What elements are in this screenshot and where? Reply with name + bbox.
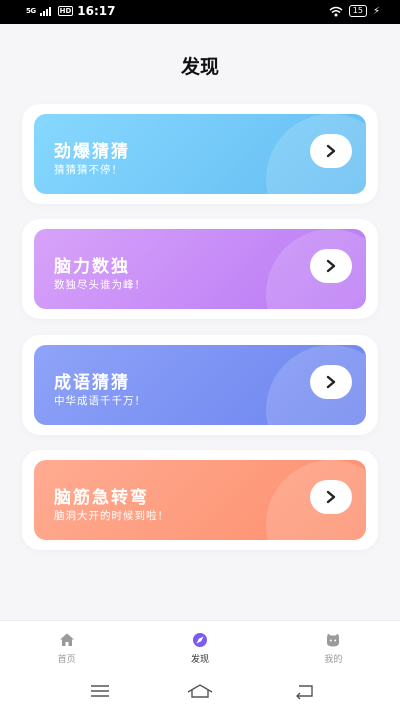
tab-label: 首页: [57, 655, 76, 665]
card-naojin-jizhuanwan[interactable]: 脑筋急转弯 脑洞大开的时候到啦！: [34, 460, 366, 540]
charging-icon: ⚡: [372, 5, 380, 17]
battery-icon: 15: [348, 5, 367, 17]
card-title: 成语猜猜: [54, 373, 130, 393]
system-nav-bar: [0, 670, 400, 711]
profile-icon: [327, 633, 340, 647]
compass-icon: [192, 633, 207, 647]
card-go-button[interactable]: [310, 480, 352, 514]
tab-profile[interactable]: 我的: [267, 621, 400, 670]
signal-icon: 5G: [26, 7, 36, 15]
menu-icon: [91, 685, 109, 697]
card-subtitle: 数独尽头谁为峰！: [54, 279, 146, 291]
chevron-right-icon: [326, 375, 336, 389]
card-go-button[interactable]: [310, 134, 352, 168]
tab-label: 我的: [324, 655, 343, 665]
card-naoli-shudu[interactable]: 脑力数独 数独尽头谁为峰！: [34, 229, 366, 309]
bottom-tab-bar: 首页 发现 我的: [0, 620, 400, 670]
card-container-4: 脑筋急转弯 脑洞大开的时候到啦！: [22, 450, 378, 550]
home-button[interactable]: [187, 682, 213, 700]
hd-badge: HD: [57, 6, 74, 16]
card-container-3: 成语猜猜 中华成语千千万！: [22, 335, 378, 435]
card-container-2: 脑力数独 数独尽头谁为峰！: [22, 219, 378, 319]
card-title: 脑筋急转弯: [54, 488, 149, 508]
card-jinbao-caicai[interactable]: 劲爆猜猜 猜猜猜不停！: [34, 114, 366, 194]
card-title: 劲爆猜猜: [54, 142, 130, 162]
back-icon: [296, 685, 313, 700]
chevron-right-icon: [326, 144, 336, 158]
menu-button[interactable]: [87, 682, 113, 700]
page-title: 发现: [180, 56, 219, 78]
card-container-1: 劲爆猜猜 猜猜猜不停！: [22, 104, 378, 204]
tab-label: 发现: [190, 655, 209, 665]
back-button[interactable]: [292, 682, 318, 700]
wifi-icon: [329, 6, 343, 16]
card-title: 脑力数独: [54, 257, 130, 277]
chevron-right-icon: [326, 490, 336, 504]
card-subtitle: 中华成语千千万！: [54, 395, 146, 407]
card-chengyu-caicai[interactable]: 成语猜猜 中华成语千千万！: [34, 345, 366, 425]
card-go-button[interactable]: [310, 365, 352, 399]
status-right: 15 ⚡: [329, 5, 380, 17]
card-go-button[interactable]: [310, 249, 352, 283]
tab-home[interactable]: 首页: [0, 621, 133, 670]
tab-discover[interactable]: 发现: [133, 621, 266, 670]
chevron-right-icon: [326, 259, 336, 273]
home-outline-icon: [187, 684, 213, 698]
signal-bars-icon: [39, 6, 51, 16]
status-left: 5G HD 16:17: [26, 4, 116, 18]
home-icon: [59, 633, 74, 646]
status-time: 16:17: [77, 4, 116, 18]
status-bar: 5G HD 16:17 15 ⚡: [0, 0, 400, 24]
card-subtitle: 猜猜猜不停！: [54, 164, 123, 176]
card-subtitle: 脑洞大开的时候到啦！: [54, 510, 169, 522]
